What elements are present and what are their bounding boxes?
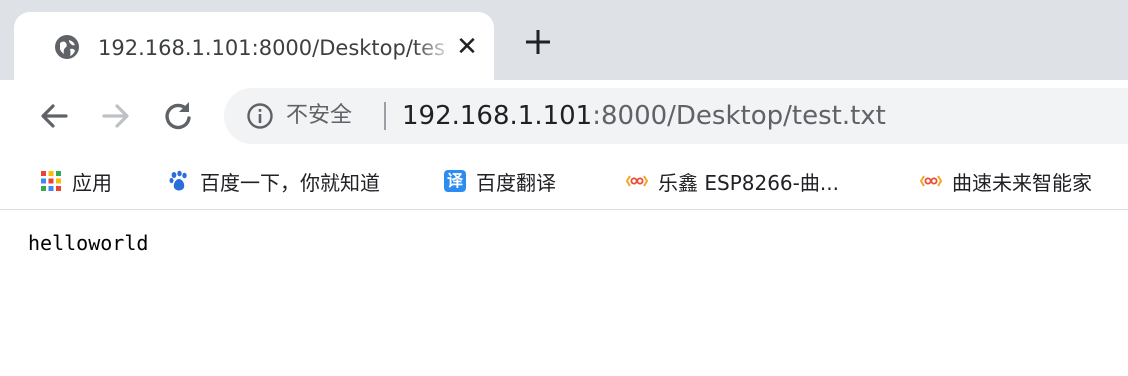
url-host: 192.168.1.101 [402, 101, 593, 131]
bookmark-label: 应用 [72, 170, 112, 195]
bookmark-label: 百度翻译 [476, 170, 556, 195]
url-text[interactable]: 192.168.1.101:8000/Desktop/test.txt [402, 88, 886, 144]
bookmark-baidu[interactable]: 百度一下，你就知道 [168, 152, 380, 210]
omnibox-separator [384, 102, 386, 130]
tab-close-icon[interactable]: ✕ [454, 32, 480, 62]
page-content: helloworld [0, 211, 1128, 376]
active-tab[interactable]: 192.168.1.101:8000/Desktop/test.txt ✕ [14, 12, 494, 80]
apps-grid-icon [41, 171, 61, 191]
bookmark-espressif[interactable]: 乐鑫 ESP8266-曲... [626, 152, 839, 210]
navigation-toolbar: 不安全 192.168.1.101:8000/Desktop/test.txt [0, 80, 1128, 152]
baidu-paw-icon [169, 170, 187, 191]
translate-icon: 译 [444, 170, 466, 192]
tab-strip: 192.168.1.101:8000/Desktop/test.txt ✕ [0, 0, 1128, 80]
bookmark-label: 乐鑫 ESP8266-曲... [658, 170, 839, 195]
tab-title-fade [414, 34, 454, 62]
arrow-left-icon[interactable] [36, 98, 72, 134]
arrow-right-icon[interactable] [98, 98, 134, 134]
bookmark-qusu[interactable]: 曲速未来智能家 [920, 152, 1092, 210]
security-status-label[interactable]: 不安全 [286, 88, 352, 144]
plain-text-content: helloworld [28, 231, 149, 255]
info-icon[interactable] [246, 102, 274, 130]
bookmark-baidu-translate[interactable]: 译 百度翻译 [444, 152, 556, 210]
bookmarks-bar: 应用 百度一下，你就知道 译 百度翻译 乐鑫 ESP8266-曲... 曲速未来… [0, 152, 1128, 210]
bookmark-apps[interactable]: 应用 [40, 152, 112, 210]
tab-title: 192.168.1.101:8000/Desktop/test.txt [98, 36, 446, 60]
url-path: :8000/Desktop/test.txt [592, 101, 886, 131]
new-tab-plus-icon[interactable] [522, 26, 554, 58]
globe-icon [55, 35, 79, 59]
esp-link-icon [626, 175, 648, 187]
reload-icon[interactable] [160, 98, 196, 134]
bookmark-label: 曲速未来智能家 [952, 170, 1092, 195]
esp-link-icon [920, 175, 942, 187]
bookmark-label: 百度一下，你就知道 [200, 170, 380, 195]
address-bar[interactable]: 不安全 192.168.1.101:8000/Desktop/test.txt [224, 88, 1128, 144]
